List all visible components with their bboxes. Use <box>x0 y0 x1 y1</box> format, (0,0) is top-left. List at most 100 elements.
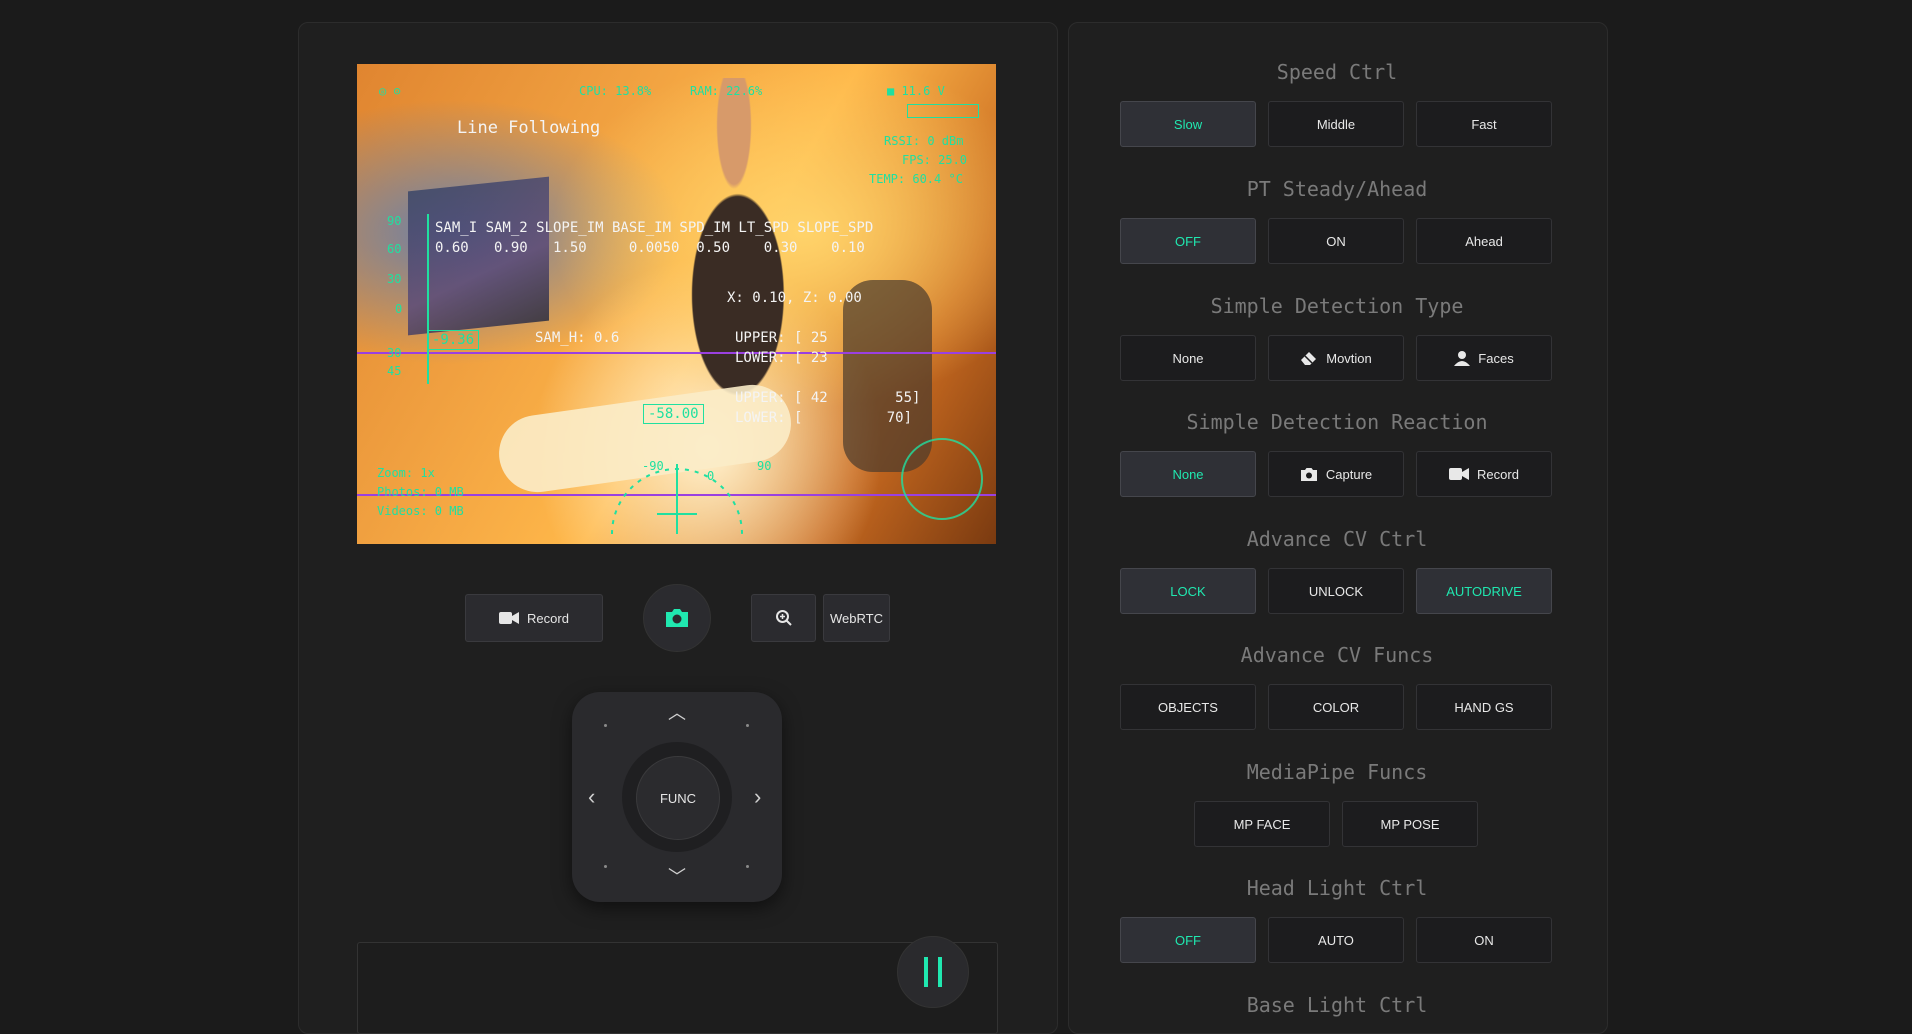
control-button-label: Fast <box>1471 116 1497 132</box>
heading-readout: -58.00 <box>643 404 704 424</box>
mode-label: Line Following <box>457 118 601 138</box>
control-button-label: OFF <box>1175 932 1201 948</box>
lower-threshold-1: LOWER: [ 23 <box>735 350 828 366</box>
voltage-readout: ■ 11.6 V <box>887 84 945 98</box>
upper-threshold-2: UPPER: [ 42 55] <box>735 390 921 406</box>
control-button-none[interactable]: None <box>1120 335 1256 381</box>
control-button-unlock[interactable]: UNLOCK <box>1268 568 1404 614</box>
section-title: PT Steady/Ahead <box>1246 177 1428 201</box>
webrtc-button-label: WebRTC <box>830 610 883 626</box>
section-title: Advance CV Ctrl <box>1246 527 1428 551</box>
control-button-lock[interactable]: LOCK <box>1120 568 1256 614</box>
dpad-dot <box>746 865 749 868</box>
sam-h-readout: SAM_H: 0.6 <box>535 330 620 346</box>
section-title: Head Light Ctrl <box>1246 876 1428 900</box>
pause-icon <box>921 957 945 987</box>
control-button-label: UNLOCK <box>1308 583 1364 599</box>
control-button-label: Capture <box>1325 466 1373 482</box>
pause-button[interactable] <box>897 936 969 1008</box>
xz-readout: X: 0.10, Z: 0.00 <box>727 290 862 306</box>
compass-gauge <box>611 464 743 535</box>
control-button-autodrive[interactable]: AUTODRIVE <box>1416 568 1552 614</box>
pitch-scale: 90 60 30 0 30 45 <box>387 214 429 384</box>
control-button-off[interactable]: OFF <box>1120 218 1256 264</box>
battery-icon <box>907 104 979 118</box>
control-button-slow[interactable]: Slow <box>1120 101 1256 147</box>
target-icon: ◎ ⊙ <box>379 84 401 98</box>
section-title: Advance CV Funcs <box>1240 643 1434 667</box>
dpad-dot <box>604 865 607 868</box>
eraser-icon <box>1300 350 1318 366</box>
lower-threshold-2: LOWER: [ 70] <box>735 410 913 426</box>
control-button-none[interactable]: None <box>1120 451 1256 497</box>
dpad-dot <box>604 724 607 727</box>
control-button-color[interactable]: COLOR <box>1268 684 1404 730</box>
joystick-ring <box>901 438 983 520</box>
section-title: Simple Detection Type <box>1210 294 1464 318</box>
rssi-readout: RSSI: 0 dBm <box>884 134 964 148</box>
control-button-label: AUTO <box>1318 932 1354 948</box>
control-button-fast[interactable]: Fast <box>1416 101 1552 147</box>
control-button-off[interactable]: OFF <box>1120 917 1256 963</box>
zoom-in-icon <box>775 609 793 627</box>
control-button-on[interactable]: ON <box>1416 917 1552 963</box>
videos-readout: Videos: 0 MB <box>377 504 464 518</box>
control-button-ahead[interactable]: Ahead <box>1416 218 1552 264</box>
section-title: Base Light Ctrl <box>1246 993 1428 1017</box>
fps-readout: FPS: 25.0 <box>902 153 968 167</box>
ram-readout: RAM: 22.6% <box>690 84 763 98</box>
video-camera-icon <box>499 611 520 625</box>
dpad-dot <box>746 724 749 727</box>
section-title: Speed Ctrl <box>1276 60 1398 84</box>
control-button-label: MP FACE <box>1233 816 1291 832</box>
params-header: SAM_I SAM_2 SLOPE_IM BASE_IM SPD_IM LT_S… <box>435 220 874 236</box>
camera-icon <box>664 607 690 629</box>
func-button[interactable]: FUNC <box>636 756 720 840</box>
video-camera-icon <box>1449 467 1470 481</box>
control-button-label: None <box>1172 350 1204 366</box>
cpu-readout: CPU: 13.8% <box>579 84 652 98</box>
control-button-mp-face[interactable]: MP FACE <box>1194 801 1330 847</box>
chevron-right-icon[interactable]: › <box>754 786 761 808</box>
control-button-label: Middle <box>1316 116 1356 132</box>
control-button-label: OBJECTS <box>1158 699 1218 715</box>
control-button-label: Record <box>1477 466 1519 482</box>
zoom-readout: Zoom: 1x <box>377 466 435 480</box>
photos-readout: Photos: 0 MB <box>377 485 464 499</box>
record-button-label: Record <box>527 610 569 626</box>
capture-photo-button[interactable] <box>643 584 711 652</box>
control-button-hand-gs[interactable]: HAND GS <box>1416 684 1552 730</box>
control-button-mp-pose[interactable]: MP POSE <box>1342 801 1478 847</box>
control-button-on[interactable]: ON <box>1268 218 1404 264</box>
control-button-label: MP POSE <box>1380 816 1440 832</box>
control-button-label: LOCK <box>1170 583 1206 599</box>
chevron-up-icon[interactable]: ︿ <box>668 704 686 722</box>
control-button-middle[interactable]: Middle <box>1268 101 1404 147</box>
control-button-record[interactable]: Record <box>1416 451 1552 497</box>
control-button-label: HAND GS <box>1454 699 1514 715</box>
section-title: MediaPipe Funcs <box>1246 760 1428 784</box>
control-button-label: Ahead <box>1465 233 1503 249</box>
params-values: 0.60 0.90 1.50 0.0050 0.50 0.30 0.10 <box>435 240 865 256</box>
control-button-movtion[interactable]: Movtion <box>1268 335 1404 381</box>
chevron-down-icon[interactable]: ﹀ <box>668 868 686 886</box>
control-button-label: OFF <box>1175 233 1201 249</box>
control-button-capture[interactable]: Capture <box>1268 451 1404 497</box>
control-button-label: Faces <box>1478 350 1514 366</box>
section-title: Simple Detection Reaction <box>1186 410 1488 434</box>
user-icon <box>1454 350 1471 366</box>
webrtc-button[interactable]: WebRTC <box>823 594 890 642</box>
control-button-objects[interactable]: OBJECTS <box>1120 684 1256 730</box>
record-button[interactable]: Record <box>465 594 603 642</box>
upper-threshold-1: UPPER: [ 25 <box>735 330 828 346</box>
zoom-button[interactable] <box>751 594 816 642</box>
control-button-auto[interactable]: AUTO <box>1268 917 1404 963</box>
control-button-label: AUTODRIVE <box>1446 583 1522 599</box>
pitch-readout: -9.36 <box>427 330 480 350</box>
camera-feed: ◎ ⊙ CPU: 13.8% RAM: 22.6% ■ 11.6 V RSSI:… <box>357 64 996 544</box>
chevron-left-icon[interactable]: ‹ <box>588 786 595 808</box>
temp-readout: TEMP: 60.4 °C <box>869 172 963 186</box>
control-button-faces[interactable]: Faces <box>1416 335 1552 381</box>
camera-icon <box>1300 467 1318 482</box>
direction-pad: ︿ ﹀ ‹ › FUNC <box>572 692 782 902</box>
